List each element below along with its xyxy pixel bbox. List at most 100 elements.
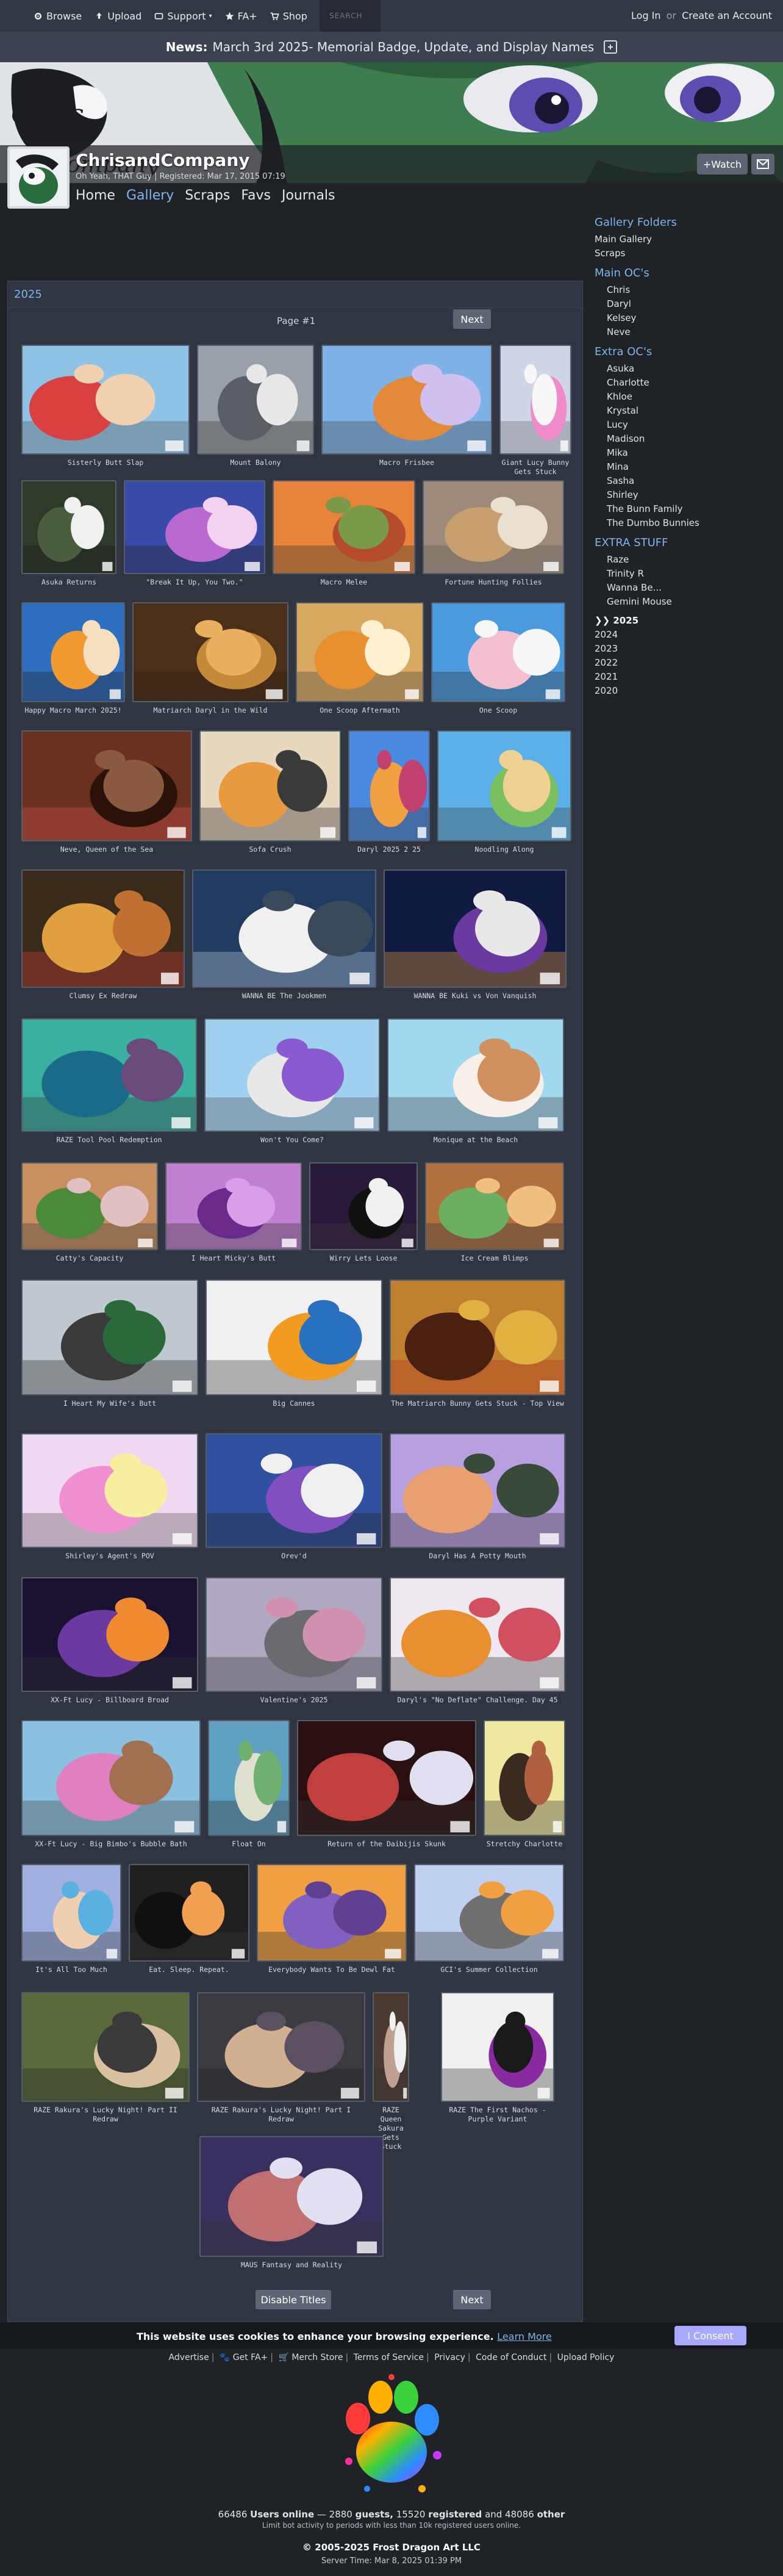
gallery-thumbnail-title[interactable]: Return of the Daibijis Skunk <box>297 1840 476 1849</box>
folder-madison[interactable]: Madison <box>595 432 771 446</box>
fa-plus-link[interactable]: FA+ <box>224 10 257 22</box>
gallery-thumbnail-title[interactable]: I Heart My Wife's Butt <box>21 1399 198 1408</box>
gallery-thumbnail[interactable] <box>206 1577 382 1692</box>
gallery-thumbnail-title[interactable]: Orev'd <box>206 1552 382 1561</box>
gallery-thumbnail[interactable] <box>21 1433 198 1548</box>
gallery-thumbnail-title[interactable]: Won't You Come? <box>204 1135 380 1145</box>
gallery-thumbnail[interactable] <box>208 1720 290 1836</box>
gallery-thumbnail[interactable] <box>390 1577 565 1692</box>
folder-bunn-family[interactable]: The Bunn Family <box>595 502 771 516</box>
footer-code-of-conduct[interactable]: Code of Conduct <box>476 2353 546 2362</box>
gallery-thumbnail[interactable] <box>129 1864 249 1962</box>
create-account-link[interactable]: Create an Account <box>682 10 772 21</box>
gallery-thumbnail-title[interactable]: Macro Frisbee <box>321 458 492 467</box>
gallery-thumbnail-title[interactable]: One Scoop Aftermath <box>296 706 424 715</box>
folder-mina[interactable]: Mina <box>595 460 771 474</box>
folder-shirley[interactable]: Shirley <box>595 488 771 502</box>
folder-sasha[interactable]: Sasha <box>595 474 771 488</box>
gallery-thumbnail-title[interactable]: Clumsy Ex Redraw <box>21 991 185 1001</box>
gallery-thumbnail-title[interactable]: Everybody Wants To Be Dewl Fat <box>257 1965 407 1974</box>
login-link[interactable]: Log In <box>631 10 661 21</box>
gallery-thumbnail[interactable] <box>192 869 376 988</box>
footer-upload-policy[interactable]: Upload Policy <box>557 2353 615 2362</box>
gallery-thumbnail[interactable] <box>309 1162 418 1250</box>
gallery-thumbnail[interactable] <box>21 602 125 702</box>
tab-home[interactable]: Home <box>76 188 115 203</box>
next-page-button-top[interactable]: Next <box>453 309 491 329</box>
gallery-thumbnail-title[interactable]: RAZE Rakura's Lucky Night! Part I Redraw <box>197 2106 365 2124</box>
gallery-thumbnail-title[interactable]: XX-Ft Lucy - Billboard Broad <box>21 1696 198 1705</box>
gallery-thumbnail[interactable] <box>297 1720 476 1836</box>
gallery-thumbnail-title[interactable]: Giant Lucy Bunny Gets Stuck <box>499 458 571 477</box>
footer-merch-store[interactable]: Merch Store <box>291 2353 343 2362</box>
gallery-thumbnail-title[interactable]: I Heart Micky's Butt <box>165 1254 302 1263</box>
folder-mika[interactable]: Mika <box>595 446 771 460</box>
footer-get-fa-plus[interactable]: Get FA+ <box>233 2353 268 2362</box>
gallery-thumbnail[interactable] <box>296 602 424 702</box>
gallery-thumbnail-title[interactable]: RAZE Tool Pool Redemption <box>21 1135 197 1145</box>
gallery-thumbnail-title[interactable]: Float On <box>208 1840 290 1849</box>
gallery-thumbnail[interactable] <box>204 1018 380 1132</box>
footer-terms[interactable]: Terms of Service <box>354 2353 424 2362</box>
gallery-thumbnail-title[interactable]: Eat. Sleep. Repeat. <box>129 1965 249 1974</box>
folder-wanna-be[interactable]: Wanna Be... <box>595 581 771 595</box>
gallery-thumbnail-title[interactable]: Fortune Hunting Follies <box>423 578 564 587</box>
gallery-thumbnail[interactable] <box>431 602 565 702</box>
year-2025-current[interactable]: ❯❯ 2025 <box>595 614 771 628</box>
tab-gallery[interactable]: Gallery <box>126 188 174 203</box>
gallery-thumbnail[interactable] <box>199 730 341 841</box>
gallery-thumbnail[interactable] <box>21 1162 158 1250</box>
gallery-thumbnail[interactable] <box>21 1279 198 1395</box>
gallery-thumbnail[interactable] <box>21 1864 121 1962</box>
year-2023[interactable]: 2023 <box>595 642 771 656</box>
tab-journals[interactable]: Journals <box>282 188 335 203</box>
footer-privacy[interactable]: Privacy <box>434 2353 465 2362</box>
learn-more-link[interactable]: Learn More <box>497 2331 551 2342</box>
folder-charlotte[interactable]: Charlotte <box>595 376 771 390</box>
gallery-thumbnail[interactable] <box>206 1279 382 1395</box>
gallery-thumbnail[interactable] <box>484 1720 565 1836</box>
gallery-thumbnail-title[interactable]: Neve, Queen of the Sea <box>21 845 192 854</box>
gallery-thumbnail-title[interactable]: Daryl Has A Potty Mouth <box>390 1552 565 1561</box>
gallery-thumbnail-title[interactable]: WANNA BE The Jookmen <box>192 991 376 1001</box>
gallery-thumbnail-title[interactable]: Catty's Capacity <box>21 1254 158 1263</box>
gallery-thumbnail-title[interactable]: Happy Macro March 2025! <box>21 706 125 715</box>
tab-favs[interactable]: Favs <box>241 188 271 203</box>
gallery-thumbnail[interactable] <box>21 345 190 455</box>
gallery-thumbnail-title[interactable]: XX-Ft Lucy - Big Bimbo's Bubble Bath <box>21 1840 201 1849</box>
user-avatar[interactable] <box>7 146 70 209</box>
folder-gemini-mouse[interactable]: Gemini Mouse <box>595 595 771 609</box>
gallery-thumbnail-title[interactable]: Daryl 2025 2 25 <box>348 845 430 854</box>
gallery-thumbnail-title[interactable]: Matriarch Daryl in the Wild <box>132 706 288 715</box>
folder-lucy[interactable]: Lucy <box>595 418 771 432</box>
gallery-thumbnail[interactable] <box>21 1992 190 2102</box>
folder-krystal[interactable]: Krystal <box>595 404 771 418</box>
gallery-thumbnail[interactable] <box>21 1018 197 1132</box>
gallery-thumbnail-title[interactable]: One Scoop <box>431 706 565 715</box>
folder-main-gallery[interactable]: Main Gallery <box>595 232 771 246</box>
gallery-thumbnail[interactable] <box>21 1720 201 1836</box>
gallery-thumbnail-title[interactable]: WANNA BE Kuki vs Von Vanquish <box>384 991 567 1001</box>
gallery-thumbnail[interactable] <box>390 1433 565 1548</box>
support-menu[interactable]: Support ▾ <box>154 10 212 22</box>
gallery-thumbnail[interactable] <box>21 480 116 574</box>
gallery-thumbnail-title[interactable]: RAZE Rakura's Lucky Night! Part II Redra… <box>21 2106 190 2124</box>
dismiss-news-icon[interactable] <box>604 40 618 54</box>
gallery-thumbnail-title[interactable]: RAZE The First Nachos - Purple Variant <box>441 2106 554 2124</box>
gallery-thumbnail-title[interactable]: Big Cannes <box>206 1399 382 1408</box>
news-text[interactable]: March 3rd 2025- Memorial Badge, Update, … <box>212 40 594 54</box>
gallery-thumbnail[interactable] <box>21 1577 198 1692</box>
gallery-thumbnail[interactable] <box>273 480 415 574</box>
gallery-thumbnail[interactable] <box>21 730 192 841</box>
gallery-thumbnail[interactable] <box>425 1162 564 1250</box>
year-2024[interactable]: 2024 <box>595 628 771 642</box>
upload-link[interactable]: Upload <box>94 10 141 22</box>
gallery-thumbnail[interactable] <box>387 1018 564 1132</box>
gallery-thumbnail[interactable] <box>437 730 571 841</box>
gallery-thumbnail-title[interactable]: "Break It Up, You Two." <box>124 578 265 587</box>
search-input[interactable] <box>329 12 384 20</box>
gallery-thumbnail[interactable] <box>197 345 314 455</box>
gallery-thumbnail[interactable] <box>348 730 430 841</box>
watch-button[interactable]: +Watch <box>696 154 748 174</box>
gallery-thumbnail-title[interactable]: Sisterly Butt Slap <box>21 458 190 467</box>
